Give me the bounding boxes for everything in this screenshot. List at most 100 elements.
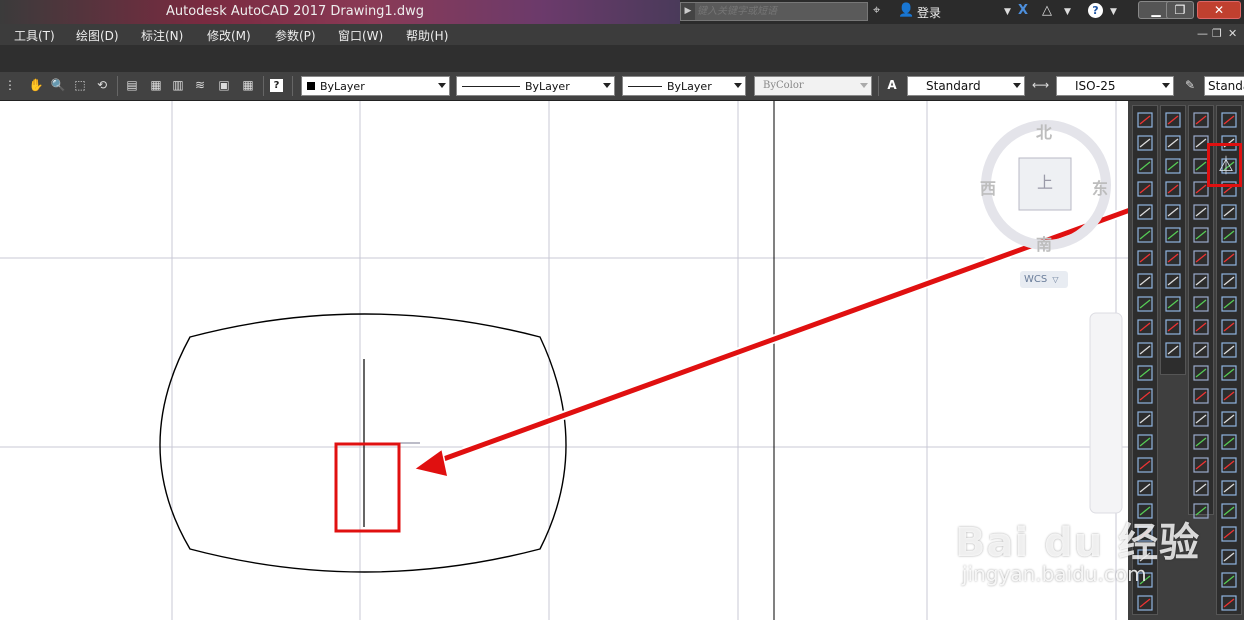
login-link[interactable]: 登录 (917, 4, 941, 21)
palette-tool-glyph (1139, 184, 1151, 194)
palette-tool-glyph (1139, 598, 1151, 608)
plotstyle-dropdown[interactable]: ByColor (754, 76, 872, 96)
palette-tool-glyph (1195, 414, 1207, 424)
plotstyle-value: ByColor (763, 80, 804, 91)
palette-tool-glyph (1223, 253, 1235, 263)
palette-tool-glyph (1195, 299, 1207, 309)
properties-toolbar: ⋮ ✋ 🔍 ⬚ ⟲ ▤ ▦ ▥ ≋ ▣ ▦ ? ByLayer ByLayer … (0, 72, 1244, 101)
palette-tool-glyph (1139, 414, 1151, 424)
pan-hand-icon[interactable]: ✋ (28, 77, 44, 93)
palette-tool-glyph (1223, 598, 1235, 608)
exchange-x-icon[interactable]: X (1018, 3, 1028, 18)
design-center-icon[interactable]: ▦ (148, 77, 164, 93)
palette-tool-glyph (1167, 115, 1179, 125)
table-style-icon[interactable]: ✎ (1182, 77, 1198, 93)
calculator-icon[interactable]: ▦ (240, 77, 256, 93)
table-style-dropdown[interactable]: Standard (1204, 76, 1244, 96)
chevron-down-icon (734, 83, 742, 88)
a360-icon[interactable]: △ (1042, 3, 1052, 18)
compass-south[interactable]: 南 (1036, 231, 1052, 255)
search-box[interactable]: ▶ (680, 2, 868, 21)
compass-east[interactable]: 东 (1092, 175, 1108, 199)
chevron-down-icon[interactable]: ▼ (1004, 7, 1011, 17)
menu-tools[interactable]: 工具(T) (14, 27, 55, 44)
menu-draw[interactable]: 绘图(D) (76, 27, 119, 44)
menu-modify[interactable]: 修改(M) (207, 27, 251, 44)
binoculars-icon[interactable]: ⌖ (873, 3, 880, 18)
palette-tool-glyph (1139, 115, 1151, 125)
palette-tool-glyph (1139, 391, 1151, 401)
zoom-previous-icon[interactable]: ⟲ (94, 77, 110, 93)
text-style-dropdown[interactable]: Standard (907, 76, 1025, 96)
palette-tool-glyph (1139, 322, 1151, 332)
palette-tool-glyph (1139, 207, 1151, 217)
palette-tool-glyph (1139, 161, 1151, 171)
help-icon[interactable]: ? (270, 79, 283, 92)
palette-tool-glyph (1139, 345, 1151, 355)
lineweight-dropdown[interactable]: ByLayer (622, 76, 746, 96)
palette-tool-glyph (1195, 184, 1207, 194)
restore-button[interactable]: ❐ (1166, 1, 1194, 19)
palette-tool-glyph (1195, 230, 1207, 240)
chevron-down-icon: ▽ (1052, 275, 1059, 284)
dim-style-icon[interactable]: ⟷ (1032, 77, 1049, 93)
ribbon-strip (0, 45, 1244, 72)
palette-tool-glyph (1167, 184, 1179, 194)
color-dropdown[interactable]: ByLayer (301, 76, 450, 96)
palette-tool-glyph (1139, 138, 1151, 148)
chevron-down-icon[interactable]: ▼ (1110, 7, 1117, 17)
compass-north[interactable]: 北 (1036, 119, 1052, 143)
menu-dimension[interactable]: 标注(N) (141, 27, 183, 44)
wcs-menu[interactable]: WCS ▽ (1020, 271, 1068, 288)
palette-tool-glyph (1195, 483, 1207, 493)
mirror-icon[interactable]: ⏃ (1217, 152, 1235, 178)
title-bar: Autodesk AutoCAD 2017 Drawing1.dwg ▶ ⌖ 👤… (0, 0, 1244, 24)
viewcube-face-label: 上 (1037, 173, 1054, 192)
palette-tool-glyph (1223, 368, 1235, 378)
menu-help[interactable]: 帮助(H) (406, 27, 448, 44)
zoom-window-icon[interactable]: ⬚ (72, 77, 88, 93)
navigation-bar[interactable] (1089, 312, 1123, 514)
palette-tool-glyph (1195, 460, 1207, 470)
palette-tool-glyph (1167, 230, 1179, 240)
chevron-down-icon (1162, 83, 1170, 88)
palette-tool-glyph (1223, 276, 1235, 286)
palette-tool-glyph (1195, 138, 1207, 148)
menu-window[interactable]: 窗口(W) (338, 27, 383, 44)
palette-tool-glyph (1223, 207, 1235, 217)
dim-style-dropdown[interactable]: ISO-25 (1056, 76, 1174, 96)
doc-restore-icon[interactable]: ❐ (1212, 27, 1222, 40)
toolbar-grip-icon[interactable]: ⋮ (2, 77, 18, 93)
markup-icon[interactable]: ▣ (216, 77, 232, 93)
table-style-value: Standard (1208, 79, 1244, 93)
properties-icon[interactable]: ▤ (124, 77, 140, 93)
help-icon[interactable]: ? (1088, 3, 1103, 18)
chevron-down-icon[interactable]: ▼ (1064, 7, 1071, 17)
tool-palettes-icon[interactable]: ▥ (170, 77, 186, 93)
compass-west[interactable]: 西 (980, 175, 996, 199)
linetype-dropdown[interactable]: ByLayer (456, 76, 615, 96)
palette-tool-glyph (1139, 483, 1151, 493)
palette-tool-glyph (1167, 345, 1179, 355)
palette-tool-glyph (1139, 437, 1151, 447)
user-icon[interactable]: 👤 (898, 3, 914, 18)
palette-tool-glyph (1223, 552, 1235, 562)
palette-tool-glyph (1139, 230, 1151, 240)
palette-tool-glyph (1139, 299, 1151, 309)
baidu-watermark: Bai du 经验 (955, 520, 1201, 566)
close-button[interactable]: ✕ (1197, 1, 1241, 19)
palette-tool-glyph (1195, 368, 1207, 378)
palette-tool-glyph (1139, 368, 1151, 378)
palette-tool-glyph (1223, 115, 1235, 125)
palette-tool-glyph (1167, 253, 1179, 263)
window-title: Autodesk AutoCAD 2017 Drawing1.dwg (166, 4, 424, 19)
zoom-realtime-icon[interactable]: 🔍 (50, 77, 66, 93)
doc-minimize-icon[interactable]: — (1197, 27, 1208, 40)
menu-parametric[interactable]: 参数(P) (275, 27, 316, 44)
chevron-right-icon[interactable]: ▶ (681, 3, 695, 20)
doc-close-icon[interactable]: ✕ (1228, 27, 1237, 40)
sheet-set-icon[interactable]: ≋ (192, 77, 208, 93)
text-style-icon[interactable]: A (884, 77, 900, 93)
search-input[interactable] (697, 4, 865, 19)
chevron-down-icon (603, 83, 611, 88)
